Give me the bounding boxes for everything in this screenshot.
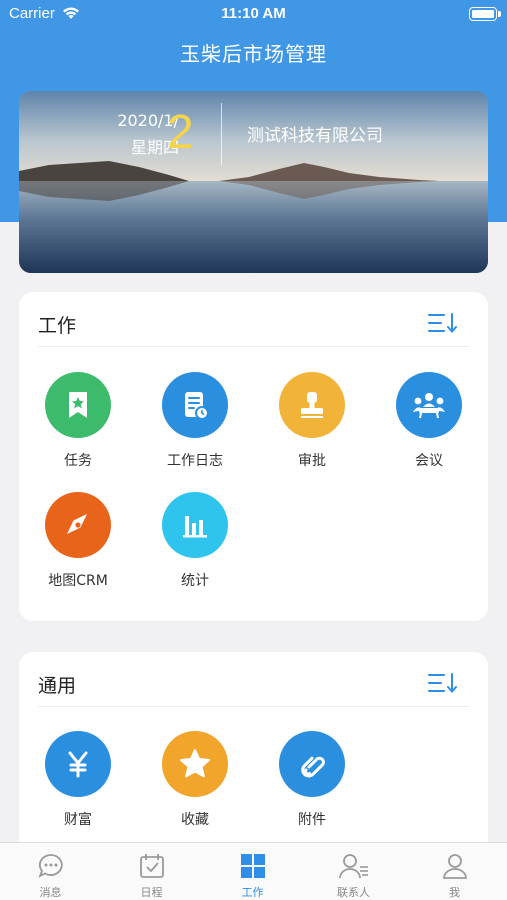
document-clock-icon — [162, 372, 228, 438]
app-statistics[interactable]: 统计 — [145, 492, 245, 590]
calendar-check-icon — [101, 851, 202, 881]
status-bar: Carrier 11:10 AM — [0, 0, 507, 30]
person-icon — [404, 851, 505, 881]
common-card-header: 通用 — [38, 652, 469, 707]
app-approval[interactable]: 审批 — [262, 372, 362, 470]
battery-icon — [469, 7, 501, 21]
work-card-header: 工作 — [38, 292, 469, 347]
app-map-crm[interactable]: 地图CRM — [28, 492, 128, 590]
app-favorites[interactable]: 收藏 — [145, 731, 245, 829]
app-label: 地图CRM — [48, 573, 108, 589]
tab-label: 日程 — [140, 886, 163, 899]
app-label: 财富 — [64, 812, 92, 828]
clock: 11:10 AM — [221, 5, 286, 22]
tab-bar: 消息 日程 工作 联系人 我 — [0, 842, 507, 900]
banner-date: 2020/1/ 星期四 — [89, 107, 179, 161]
app-label: 审批 — [298, 453, 326, 469]
bar-chart-icon — [162, 492, 228, 558]
date-banner: 2020/1/ 星期四 2 测试科技有限公司 — [19, 91, 488, 273]
app-attachments[interactable]: 附件 — [262, 731, 362, 829]
app-task[interactable]: 任务 — [28, 372, 128, 470]
paperclip-icon — [279, 731, 345, 797]
company-name: 测试科技有限公司 — [247, 126, 383, 146]
app-meeting[interactable]: 会议 — [379, 372, 479, 470]
banner-date-line: 2020/1/ — [117, 111, 179, 130]
sort-icon[interactable] — [427, 672, 459, 698]
tab-work[interactable]: 工作 — [202, 851, 303, 900]
app-label: 统计 — [181, 573, 209, 589]
app-label: 会议 — [415, 453, 443, 469]
work-card: 工作 任务 工作日志 审批 会议 地图CRM 统计 — [19, 292, 488, 621]
contacts-icon — [303, 851, 404, 881]
common-card: 通用 财富 收藏 附件 — [19, 652, 488, 852]
page-title: 玉柴后市场管理 — [180, 42, 327, 66]
work-section-title: 工作 — [38, 315, 77, 337]
meeting-icon — [396, 372, 462, 438]
tab-label: 工作 — [241, 886, 264, 899]
grid-icon — [202, 851, 303, 881]
tab-me[interactable]: 我 — [404, 851, 505, 900]
banner-divider — [221, 103, 222, 165]
tab-contacts[interactable]: 联系人 — [303, 851, 404, 900]
compass-icon — [45, 492, 111, 558]
app-label: 收藏 — [181, 812, 209, 828]
bookmark-star-icon — [45, 372, 111, 438]
banner-day-number: 2 — [167, 106, 194, 159]
tab-label: 我 — [449, 886, 460, 899]
tab-label: 消息 — [39, 886, 62, 899]
app-label: 任务 — [64, 453, 92, 469]
chat-bubble-icon — [0, 851, 101, 881]
banner-weekday: 星期四 — [130, 138, 179, 157]
tab-messages[interactable]: 消息 — [0, 851, 101, 900]
tab-label: 联系人 — [337, 886, 370, 899]
stamp-icon — [279, 372, 345, 438]
tab-schedule[interactable]: 日程 — [101, 851, 202, 900]
common-section-title: 通用 — [38, 675, 77, 697]
app-label: 附件 — [298, 812, 326, 828]
app-wealth[interactable]: 财富 — [28, 731, 128, 829]
sort-icon[interactable] — [427, 312, 459, 338]
app-work-log[interactable]: 工作日志 — [145, 372, 245, 470]
yen-icon — [45, 731, 111, 797]
app-label: 工作日志 — [167, 453, 223, 469]
star-icon — [162, 731, 228, 797]
